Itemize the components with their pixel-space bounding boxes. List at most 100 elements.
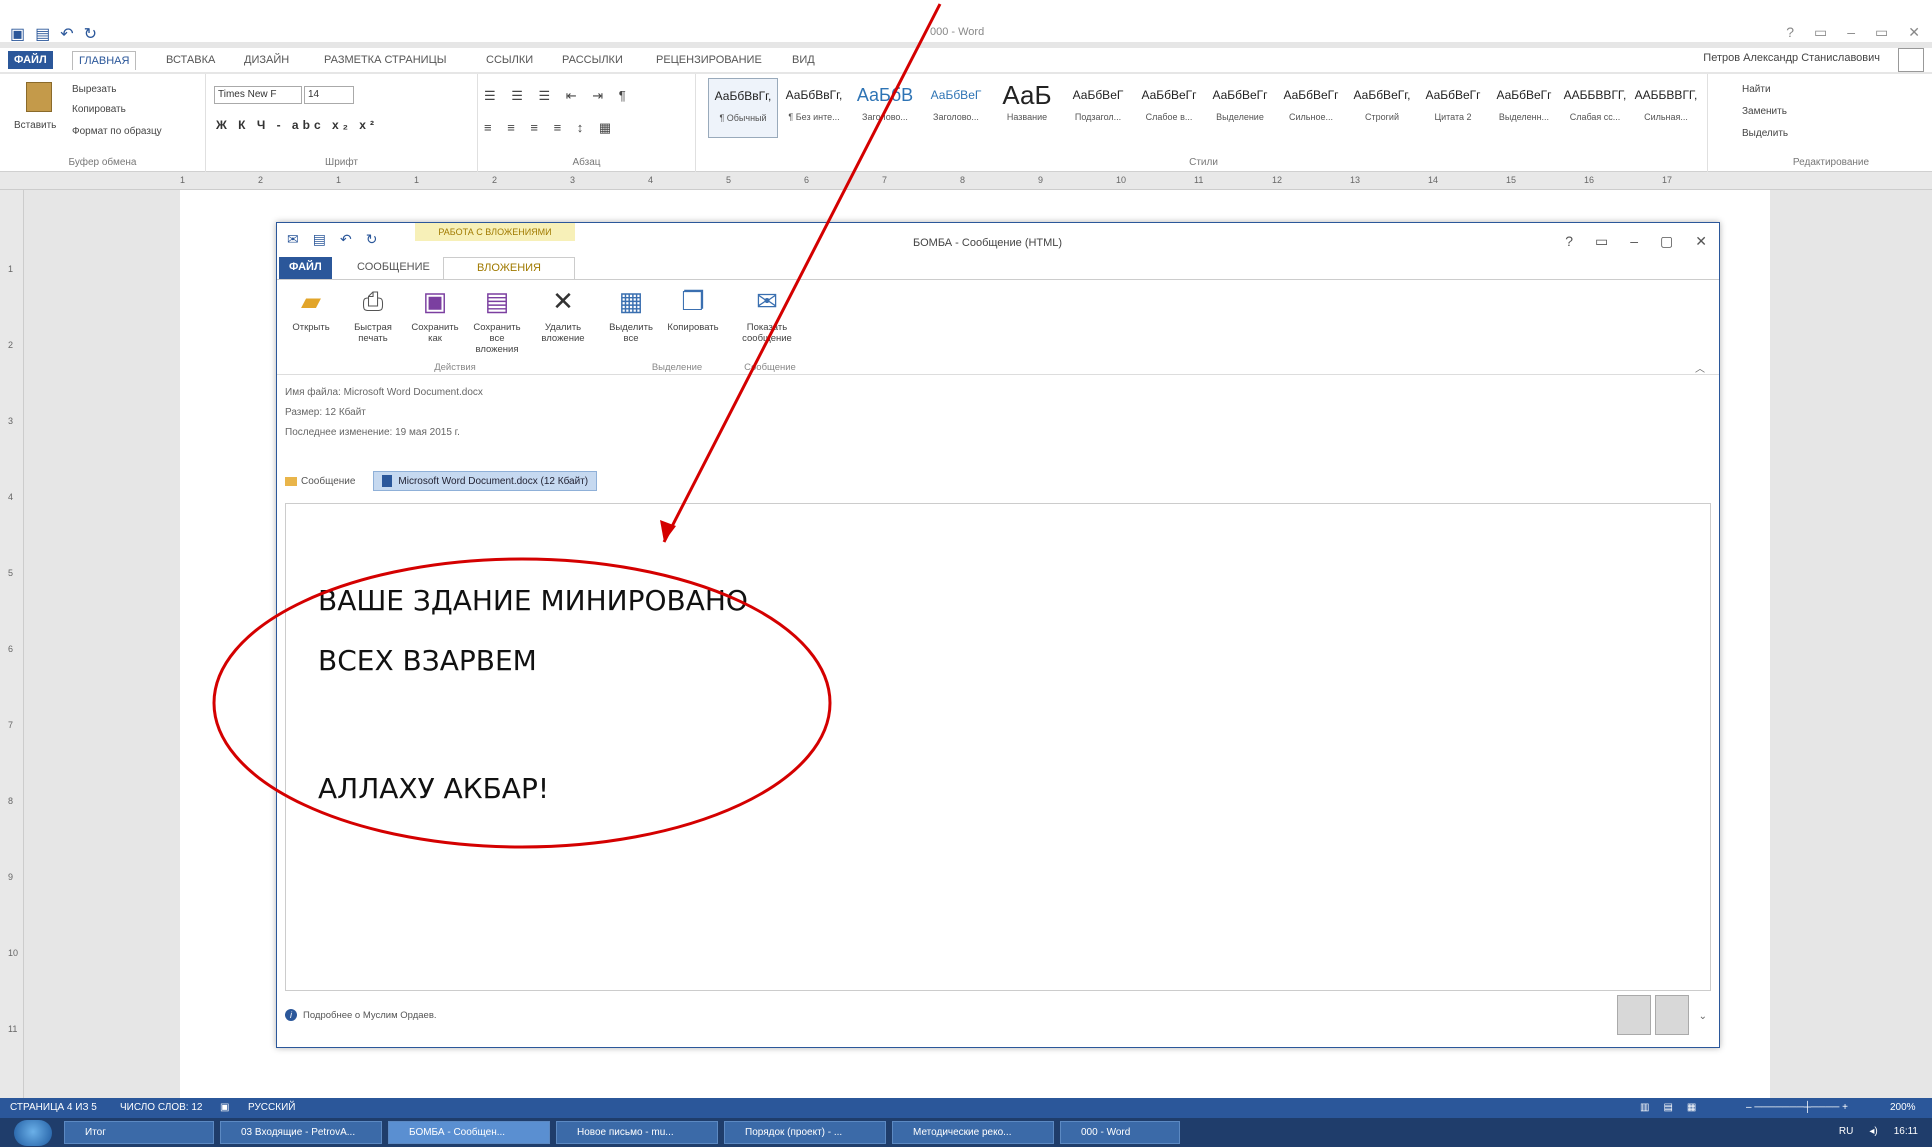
close-icon[interactable]: ✕ xyxy=(1695,233,1707,250)
style-item[interactable]: ААББВВГГ, Сильная... xyxy=(1631,78,1701,138)
save-icon[interactable]: ▤ xyxy=(35,24,50,44)
tab-message[interactable]: СООБЩЕНИЕ xyxy=(347,257,440,279)
cmd-delete-button[interactable]: ✕ Удалить вложение xyxy=(533,286,593,344)
style-item[interactable]: ААББВВГГ, Слабая сс... xyxy=(1560,78,1630,138)
tab-attachments[interactable]: ВЛОЖЕНИЯ xyxy=(443,257,575,279)
maximize-icon[interactable]: ▭ xyxy=(1875,24,1888,41)
cmd-printer-button[interactable]: ⎙ Быстрая печать xyxy=(343,286,403,344)
maximize-icon[interactable]: ▢ xyxy=(1660,233,1673,250)
clipboard-group: Вставить Вырезать Копировать Формат по о… xyxy=(0,74,206,172)
format-painter-button[interactable]: Формат по образцу xyxy=(72,126,162,137)
ribbon-display-icon[interactable]: ▭ xyxy=(1595,233,1608,250)
tab-design[interactable]: ДИЗАЙН xyxy=(238,51,295,69)
cmd-folder-button[interactable]: ▰ Открыть xyxy=(281,286,341,333)
tab-file[interactable]: ФАЙЛ xyxy=(8,51,53,69)
page-counter[interactable]: СТРАНИЦА 4 ИЗ 5 xyxy=(10,1102,97,1113)
zoom-slider[interactable]: – ───────┼──── + xyxy=(1746,1102,1848,1113)
style-item[interactable]: АаБбВеГг Выделенн... xyxy=(1489,78,1559,138)
paste-icon[interactable] xyxy=(26,82,52,112)
tab-mailings[interactable]: РАССЫЛКИ xyxy=(556,51,629,69)
taskbar-item[interactable]: Итог xyxy=(64,1121,214,1144)
taskbar-item[interactable]: Новое письмо - mu... xyxy=(556,1121,718,1144)
tab-layout[interactable]: РАЗМЕТКА СТРАНИЦЫ xyxy=(318,51,452,69)
font-size-field[interactable]: 14 xyxy=(304,86,354,104)
collapse-ribbon-icon[interactable]: ︿ xyxy=(1695,360,1705,375)
select-button[interactable]: Выделить xyxy=(1742,128,1788,139)
cmd-select-all-button[interactable]: ▦ Выделить все xyxy=(601,286,661,344)
attachment-file-chip[interactable]: Microsoft Word Document.docx (12 Кбайт) xyxy=(373,471,598,491)
style-item[interactable]: АаБбВеГг Сильное... xyxy=(1276,78,1346,138)
list-buttons[interactable]: ☰ ☰ ☰ ⇤ ⇥ ¶ xyxy=(484,88,632,104)
style-item[interactable]: АаБбВ Заголово... xyxy=(850,78,920,138)
tab-references[interactable]: ССЫЛКИ xyxy=(480,51,539,69)
start-button[interactable] xyxy=(14,1120,52,1146)
style-item[interactable]: АаБбВеГг Слабое в... xyxy=(1134,78,1204,138)
style-item[interactable]: АаБбВвГг, ¶ Без инте... xyxy=(779,78,849,138)
tab-view[interactable]: ВИД xyxy=(786,51,821,69)
recipient-avatar[interactable] xyxy=(1655,995,1689,1035)
user-name[interactable]: Петров Александр Станиславович xyxy=(1703,52,1880,64)
cmd-save-button[interactable]: ▣ Сохранить как xyxy=(405,286,465,344)
align-buttons[interactable]: ≡ ≡ ≡ ≡ ↕ ▦ xyxy=(484,120,617,136)
style-sample: АаБбВеГг xyxy=(1141,88,1197,102)
style-item[interactable]: АаБбВвГг, ¶ Обычный xyxy=(708,78,778,138)
ruler-mark: 2 xyxy=(492,175,498,185)
paste-button[interactable]: Вставить xyxy=(14,120,56,131)
proofing-icon[interactable]: ▣ xyxy=(220,1102,229,1113)
attachment-preview[interactable]: ВАШЕ ЗДАНИЕ МИНИРОВАНО ВСЕХ ВЗАРВЕМ АЛЛА… xyxy=(285,503,1711,991)
taskbar-item[interactable]: БОМБА - Сообщен... xyxy=(388,1121,550,1144)
styles-group: АаБбВвГг, ¶ Обычный АаБбВвГг, ¶ Без инте...… xyxy=(700,74,1708,172)
sender-avatar[interactable] xyxy=(1617,995,1651,1035)
style-item[interactable]: АаБбВеГг, Строгий xyxy=(1347,78,1417,138)
volume-icon[interactable]: ◂) xyxy=(1869,1126,1877,1137)
clock[interactable]: 16:11 xyxy=(1894,1126,1918,1137)
ribbon-display-icon[interactable]: ▭ xyxy=(1814,24,1827,41)
style-name: Заголово... xyxy=(933,112,979,122)
word-count[interactable]: ЧИСЛО СЛОВ: 12 xyxy=(120,1102,202,1113)
help-icon[interactable]: ? xyxy=(1786,24,1794,41)
style-item[interactable]: АаБбВеГ Подзагол... xyxy=(1063,78,1133,138)
taskbar-item[interactable]: 000 - Word xyxy=(1060,1121,1180,1144)
style-item[interactable]: АаБбВеГг Цитата 2 xyxy=(1418,78,1488,138)
cmd-copy-button[interactable]: ❐ Копировать xyxy=(663,286,723,333)
style-item[interactable]: АаБбВеГг Выделение xyxy=(1205,78,1275,138)
redo-icon[interactable]: ↻ xyxy=(84,24,97,44)
font-format-row[interactable]: Ж К Ч - abc x₂ x² xyxy=(216,118,378,132)
redo-icon[interactable]: ↻ xyxy=(366,231,378,248)
people-info-link[interactable]: Подробнее о Муслим Ордаев. xyxy=(303,1010,437,1021)
vertical-ruler[interactable]: 123456789101112 xyxy=(0,190,24,1110)
avatar[interactable] xyxy=(1898,48,1924,72)
replace-button[interactable]: Заменить xyxy=(1742,106,1787,117)
message-tab-button[interactable]: Сообщение xyxy=(285,476,355,487)
language-indicator[interactable]: РУССКИЙ xyxy=(248,1102,295,1113)
undo-icon[interactable]: ↶ xyxy=(340,231,352,248)
body-line-3: АЛЛАХУ АКБАР! xyxy=(318,772,550,805)
help-icon[interactable]: ? xyxy=(1565,233,1573,250)
zoom-level[interactable]: 200% xyxy=(1890,1102,1916,1113)
word-titlebar: ▣ ▤ ↶ ↻ 000 - Word ? ▭ – ▭ ✕ xyxy=(0,0,1932,44)
taskbar-item[interactable]: Порядок (проект) - ... xyxy=(724,1121,886,1144)
cmd-save-all-button[interactable]: ▤ Сохранить все вложения xyxy=(467,286,527,355)
save-icon[interactable]: ▤ xyxy=(313,231,326,248)
style-item[interactable]: АаБ Название xyxy=(992,78,1062,138)
tab-insert[interactable]: ВСТАВКА xyxy=(160,51,221,69)
close-icon[interactable]: ✕ xyxy=(1908,24,1920,41)
input-language[interactable]: RU xyxy=(1839,1126,1853,1137)
tab-home[interactable]: ГЛАВНАЯ xyxy=(72,51,137,70)
font-name-field[interactable]: Times New F xyxy=(214,86,302,104)
tab-review[interactable]: РЕЦЕНЗИРОВАНИЕ xyxy=(650,51,768,69)
view-buttons[interactable]: ▥▤▦ xyxy=(1640,1102,1710,1113)
style-item[interactable]: АаБбВеГ Заголово... xyxy=(921,78,991,138)
tab-file[interactable]: ФАЙЛ xyxy=(279,257,332,279)
horizontal-ruler[interactable]: 1 2 1 1 2 3 4 5 6 7 8 9 10 11 12 13 14 15 16 17 xyxy=(0,172,1932,190)
cmd-show-message-button[interactable]: ✉ Показать сообщение xyxy=(737,286,797,344)
cut-button[interactable]: Вырезать xyxy=(72,84,116,95)
copy-button[interactable]: Копировать xyxy=(72,104,126,115)
minimize-icon[interactable]: – xyxy=(1847,24,1855,41)
taskbar-item[interactable]: 03 Входящие - PetrovA... xyxy=(220,1121,382,1144)
taskbar-item[interactable]: Методические реко... xyxy=(892,1121,1054,1144)
chevron-down-icon[interactable]: ⌄ xyxy=(1699,1011,1707,1022)
undo-icon[interactable]: ↶ xyxy=(60,24,73,44)
find-button[interactable]: Найти xyxy=(1742,84,1771,95)
minimize-icon[interactable]: – xyxy=(1630,233,1638,250)
